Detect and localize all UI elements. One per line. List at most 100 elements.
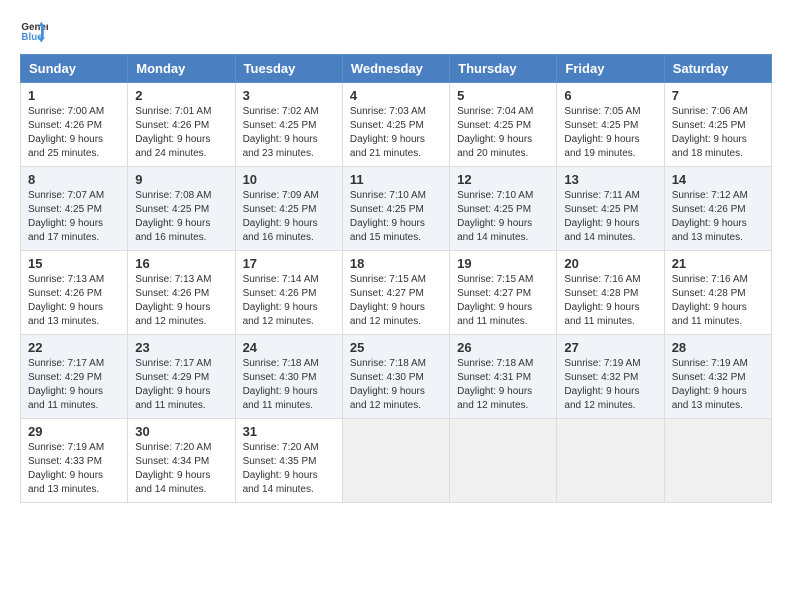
day-info: Sunrise: 7:17 AMSunset: 4:29 PMDaylight:… <box>28 358 104 411</box>
day-info: Sunrise: 7:09 AMSunset: 4:25 PMDaylight:… <box>243 190 319 243</box>
calendar-cell: 14 Sunrise: 7:12 AMSunset: 4:26 PMDaylig… <box>664 167 771 251</box>
day-number: 23 <box>135 340 227 355</box>
day-number: 28 <box>672 340 764 355</box>
page-header: General Blue <box>20 16 772 44</box>
day-info: Sunrise: 7:06 AMSunset: 4:25 PMDaylight:… <box>672 106 748 159</box>
day-number: 13 <box>564 172 656 187</box>
calendar-cell: 4 Sunrise: 7:03 AMSunset: 4:25 PMDayligh… <box>342 83 449 167</box>
day-number: 5 <box>457 88 549 103</box>
day-info: Sunrise: 7:12 AMSunset: 4:26 PMDaylight:… <box>672 190 748 243</box>
day-info: Sunrise: 7:19 AMSunset: 4:32 PMDaylight:… <box>564 358 640 411</box>
day-info: Sunrise: 7:17 AMSunset: 4:29 PMDaylight:… <box>135 358 211 411</box>
calendar-cell: 2 Sunrise: 7:01 AMSunset: 4:26 PMDayligh… <box>128 83 235 167</box>
day-number: 11 <box>350 172 442 187</box>
day-number: 9 <box>135 172 227 187</box>
calendar-cell <box>342 419 449 503</box>
calendar-week-2: 8 Sunrise: 7:07 AMSunset: 4:25 PMDayligh… <box>21 167 772 251</box>
day-number: 18 <box>350 256 442 271</box>
calendar-cell: 19 Sunrise: 7:15 AMSunset: 4:27 PMDaylig… <box>450 251 557 335</box>
calendar-cell: 12 Sunrise: 7:10 AMSunset: 4:25 PMDaylig… <box>450 167 557 251</box>
day-number: 27 <box>564 340 656 355</box>
day-number: 29 <box>28 424 120 439</box>
calendar-cell: 28 Sunrise: 7:19 AMSunset: 4:32 PMDaylig… <box>664 335 771 419</box>
day-number: 10 <box>243 172 335 187</box>
day-number: 25 <box>350 340 442 355</box>
calendar-cell: 5 Sunrise: 7:04 AMSunset: 4:25 PMDayligh… <box>450 83 557 167</box>
logo: General Blue <box>20 16 52 44</box>
day-info: Sunrise: 7:13 AMSunset: 4:26 PMDaylight:… <box>135 274 211 327</box>
day-info: Sunrise: 7:08 AMSunset: 4:25 PMDaylight:… <box>135 190 211 243</box>
logo-icon: General Blue <box>20 16 48 44</box>
calendar-cell: 3 Sunrise: 7:02 AMSunset: 4:25 PMDayligh… <box>235 83 342 167</box>
column-header-monday: Monday <box>128 55 235 83</box>
day-number: 30 <box>135 424 227 439</box>
calendar-cell: 29 Sunrise: 7:19 AMSunset: 4:33 PMDaylig… <box>21 419 128 503</box>
calendar-cell: 15 Sunrise: 7:13 AMSunset: 4:26 PMDaylig… <box>21 251 128 335</box>
day-number: 17 <box>243 256 335 271</box>
day-number: 2 <box>135 88 227 103</box>
day-number: 15 <box>28 256 120 271</box>
calendar-cell: 13 Sunrise: 7:11 AMSunset: 4:25 PMDaylig… <box>557 167 664 251</box>
calendar-cell: 20 Sunrise: 7:16 AMSunset: 4:28 PMDaylig… <box>557 251 664 335</box>
calendar-cell: 31 Sunrise: 7:20 AMSunset: 4:35 PMDaylig… <box>235 419 342 503</box>
day-info: Sunrise: 7:11 AMSunset: 4:25 PMDaylight:… <box>564 190 639 243</box>
calendar-cell: 8 Sunrise: 7:07 AMSunset: 4:25 PMDayligh… <box>21 167 128 251</box>
svg-text:Blue: Blue <box>21 32 43 43</box>
calendar-cell: 10 Sunrise: 7:09 AMSunset: 4:25 PMDaylig… <box>235 167 342 251</box>
calendar-week-1: 1 Sunrise: 7:00 AMSunset: 4:26 PMDayligh… <box>21 83 772 167</box>
column-header-sunday: Sunday <box>21 55 128 83</box>
day-info: Sunrise: 7:18 AMSunset: 4:30 PMDaylight:… <box>243 358 319 411</box>
day-info: Sunrise: 7:05 AMSunset: 4:25 PMDaylight:… <box>564 106 640 159</box>
calendar-week-3: 15 Sunrise: 7:13 AMSunset: 4:26 PMDaylig… <box>21 251 772 335</box>
column-header-friday: Friday <box>557 55 664 83</box>
day-info: Sunrise: 7:14 AMSunset: 4:26 PMDaylight:… <box>243 274 319 327</box>
day-info: Sunrise: 7:04 AMSunset: 4:25 PMDaylight:… <box>457 106 533 159</box>
calendar-cell: 22 Sunrise: 7:17 AMSunset: 4:29 PMDaylig… <box>21 335 128 419</box>
day-number: 4 <box>350 88 442 103</box>
calendar-cell <box>557 419 664 503</box>
day-number: 20 <box>564 256 656 271</box>
day-info: Sunrise: 7:20 AMSunset: 4:34 PMDaylight:… <box>135 442 211 495</box>
day-info: Sunrise: 7:10 AMSunset: 4:25 PMDaylight:… <box>457 190 533 243</box>
calendar-cell: 6 Sunrise: 7:05 AMSunset: 4:25 PMDayligh… <box>557 83 664 167</box>
day-number: 3 <box>243 88 335 103</box>
day-info: Sunrise: 7:16 AMSunset: 4:28 PMDaylight:… <box>672 274 748 327</box>
column-header-wednesday: Wednesday <box>342 55 449 83</box>
day-info: Sunrise: 7:20 AMSunset: 4:35 PMDaylight:… <box>243 442 319 495</box>
calendar-cell: 24 Sunrise: 7:18 AMSunset: 4:30 PMDaylig… <box>235 335 342 419</box>
calendar-cell: 25 Sunrise: 7:18 AMSunset: 4:30 PMDaylig… <box>342 335 449 419</box>
day-info: Sunrise: 7:15 AMSunset: 4:27 PMDaylight:… <box>457 274 533 327</box>
day-info: Sunrise: 7:10 AMSunset: 4:25 PMDaylight:… <box>350 190 426 243</box>
calendar-week-5: 29 Sunrise: 7:19 AMSunset: 4:33 PMDaylig… <box>21 419 772 503</box>
day-number: 8 <box>28 172 120 187</box>
day-number: 16 <box>135 256 227 271</box>
day-number: 26 <box>457 340 549 355</box>
calendar-cell: 23 Sunrise: 7:17 AMSunset: 4:29 PMDaylig… <box>128 335 235 419</box>
calendar-cell: 7 Sunrise: 7:06 AMSunset: 4:25 PMDayligh… <box>664 83 771 167</box>
calendar-cell <box>450 419 557 503</box>
calendar-header-row: SundayMondayTuesdayWednesdayThursdayFrid… <box>21 55 772 83</box>
calendar-cell: 27 Sunrise: 7:19 AMSunset: 4:32 PMDaylig… <box>557 335 664 419</box>
day-info: Sunrise: 7:03 AMSunset: 4:25 PMDaylight:… <box>350 106 426 159</box>
day-number: 1 <box>28 88 120 103</box>
calendar-cell: 17 Sunrise: 7:14 AMSunset: 4:26 PMDaylig… <box>235 251 342 335</box>
day-info: Sunrise: 7:00 AMSunset: 4:26 PMDaylight:… <box>28 106 104 159</box>
calendar-week-4: 22 Sunrise: 7:17 AMSunset: 4:29 PMDaylig… <box>21 335 772 419</box>
calendar-cell: 9 Sunrise: 7:08 AMSunset: 4:25 PMDayligh… <box>128 167 235 251</box>
day-info: Sunrise: 7:01 AMSunset: 4:26 PMDaylight:… <box>135 106 211 159</box>
calendar-cell: 30 Sunrise: 7:20 AMSunset: 4:34 PMDaylig… <box>128 419 235 503</box>
day-number: 7 <box>672 88 764 103</box>
calendar-cell: 18 Sunrise: 7:15 AMSunset: 4:27 PMDaylig… <box>342 251 449 335</box>
calendar-cell: 26 Sunrise: 7:18 AMSunset: 4:31 PMDaylig… <box>450 335 557 419</box>
day-number: 21 <box>672 256 764 271</box>
day-info: Sunrise: 7:16 AMSunset: 4:28 PMDaylight:… <box>564 274 640 327</box>
day-info: Sunrise: 7:13 AMSunset: 4:26 PMDaylight:… <box>28 274 104 327</box>
calendar-cell <box>664 419 771 503</box>
calendar-table: SundayMondayTuesdayWednesdayThursdayFrid… <box>20 54 772 503</box>
calendar-cell: 16 Sunrise: 7:13 AMSunset: 4:26 PMDaylig… <box>128 251 235 335</box>
day-number: 19 <box>457 256 549 271</box>
day-number: 24 <box>243 340 335 355</box>
day-number: 14 <box>672 172 764 187</box>
day-info: Sunrise: 7:18 AMSunset: 4:31 PMDaylight:… <box>457 358 533 411</box>
day-number: 22 <box>28 340 120 355</box>
